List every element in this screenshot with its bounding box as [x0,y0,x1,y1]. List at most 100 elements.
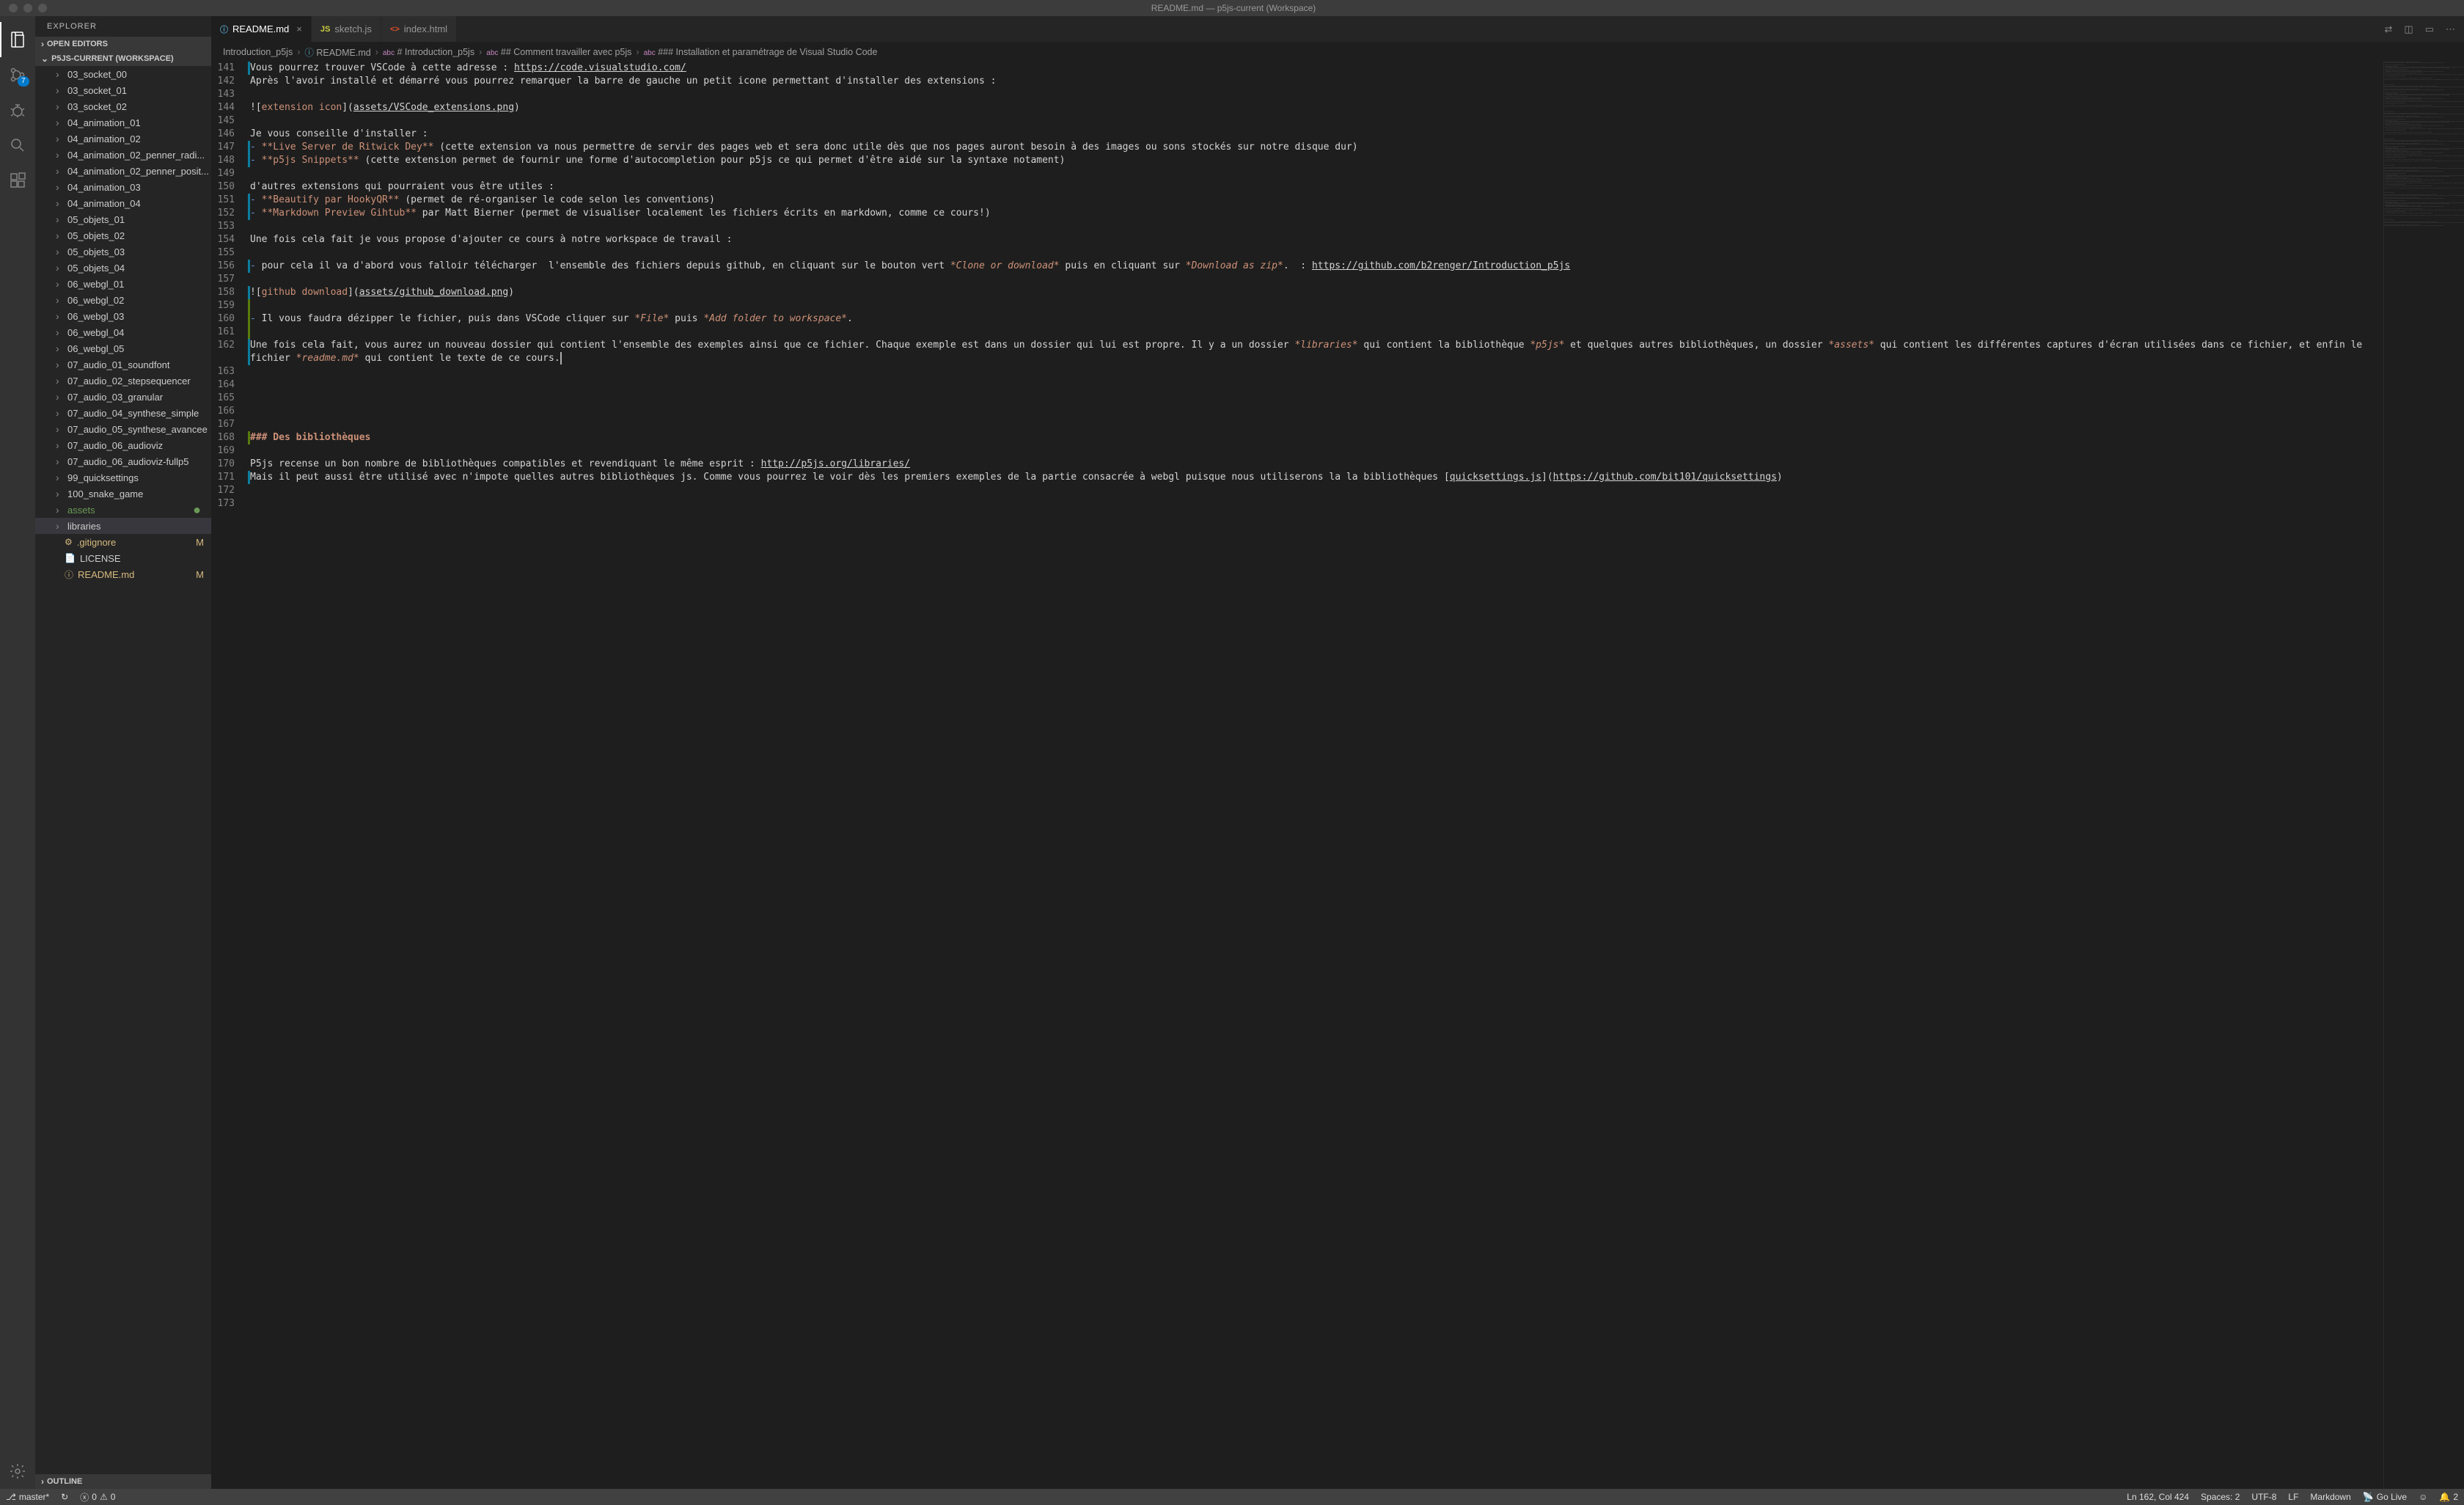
encoding-status[interactable]: UTF-8 [2245,1489,2282,1505]
code-line[interactable]: 163 [211,365,2383,378]
notifications-status[interactable]: 🔔 2 [2433,1489,2464,1505]
code-content[interactable] [250,378,2383,392]
folder-item[interactable]: ›99_quicksettings [35,469,211,486]
breadcrumb-item[interactable]: Introduction_p5js [223,47,293,57]
open-preview-icon[interactable]: ▭ [2425,23,2434,35]
code-content[interactable] [250,246,2383,260]
code-line[interactable]: 162Une fois cela fait, vous aurez un nou… [211,339,2383,365]
folder-item[interactable]: ›03_socket_01 [35,82,211,98]
problems-status[interactable]: ⓧ0 ⚠0 [74,1489,121,1505]
folder-item[interactable]: ›libraries [35,518,211,534]
code-content[interactable] [250,273,2383,286]
code-content[interactable] [250,444,2383,458]
folder-item[interactable]: ›06_webgl_01 [35,276,211,292]
language-status[interactable]: Markdown [2304,1489,2356,1505]
code-line[interactable]: 143 [211,88,2383,101]
cursor-position-status[interactable]: Ln 162, Col 424 [2121,1489,2195,1505]
code-content[interactable] [250,220,2383,233]
code-content[interactable]: - pour cela il va d'abord vous falloir t… [250,260,2383,273]
folder-item[interactable]: ›04_animation_02 [35,131,211,147]
folder-item[interactable]: ›07_audio_03_granular [35,389,211,405]
split-editor-icon[interactable]: ◫ [2404,23,2413,35]
code-editor[interactable]: 141Vous pourrez trouver VSCode à cette a… [211,62,2383,1489]
code-content[interactable] [250,326,2383,339]
eol-status[interactable]: LF [2282,1489,2304,1505]
code-content[interactable]: ### Des bibliothèques [250,431,2383,444]
code-line[interactable]: 141Vous pourrez trouver VSCode à cette a… [211,62,2383,75]
code-line[interactable]: 160- Il vous faudra dézipper le fichier,… [211,312,2383,326]
code-content[interactable] [250,365,2383,378]
code-line[interactable]: 167 [211,418,2383,431]
code-line[interactable]: 146Je vous conseille d'installer : [211,128,2383,141]
code-line[interactable]: 164 [211,378,2383,392]
code-line[interactable]: 165 [211,392,2383,405]
folder-item[interactable]: ›07_audio_06_audioviz-fullp5 [35,453,211,469]
more-actions-icon[interactable]: ⋯ [2446,23,2455,35]
outline-section[interactable]: › OUTLINE [35,1474,211,1489]
folder-item[interactable]: ›07_audio_01_soundfont [35,356,211,373]
code-line[interactable]: 159 [211,299,2383,312]
folder-item[interactable]: ›05_objets_01 [35,211,211,227]
search-icon[interactable] [0,128,35,163]
code-line[interactable]: 170P5js recense un bon nombre de bibliot… [211,458,2383,471]
code-line[interactable]: 161 [211,326,2383,339]
folder-item[interactable]: ›06_webgl_02 [35,292,211,308]
zoom-window-button[interactable] [38,4,47,12]
code-line[interactable]: 154Une fois cela fait je vous propose d'… [211,233,2383,246]
code-line[interactable]: 151- **Beautify par HookyQR** (permet de… [211,194,2383,207]
code-content[interactable]: ![github download](assets/github_downloa… [250,286,2383,299]
code-line[interactable]: 149 [211,167,2383,180]
code-line[interactable]: 145 [211,114,2383,128]
code-line[interactable]: 152- **Markdown Preview Gihtub** par Mat… [211,207,2383,220]
code-line[interactable]: 157 [211,273,2383,286]
code-line[interactable]: 156- pour cela il va d'abord vous falloi… [211,260,2383,273]
folder-item[interactable]: ›07_audio_05_synthese_avancee [35,421,211,437]
folder-item[interactable]: ›04_animation_01 [35,114,211,131]
folder-item[interactable]: ›04_animation_03 [35,179,211,195]
code-line[interactable]: 155 [211,246,2383,260]
file-item[interactable]: 📄LICENSE [35,550,211,566]
folder-item[interactable]: ›05_objets_03 [35,243,211,260]
git-branch-status[interactable]: ⎇ master* [0,1489,55,1505]
breadcrumb-item[interactable]: abc ## Comment travailler avec p5js [486,47,631,57]
file-item[interactable]: ⚙.gitignoreM [35,534,211,550]
editor-tab[interactable]: ⓘREADME.md× [211,16,312,42]
code-line[interactable]: 147- **Live Server de Ritwick Dey** (cet… [211,141,2383,154]
code-content[interactable] [250,484,2383,497]
code-line[interactable]: 153 [211,220,2383,233]
compare-icon[interactable]: ⇄ [2385,23,2393,35]
code-content[interactable]: - Il vous faudra dézipper le fichier, pu… [250,312,2383,326]
code-content[interactable]: Vous pourrez trouver VSCode à cette adre… [250,62,2383,75]
code-line[interactable]: 142Après l'avoir installé et démarré vou… [211,75,2383,88]
code-content[interactable]: - **Beautify par HookyQR** (permet de ré… [250,194,2383,207]
extensions-icon[interactable] [0,163,35,198]
folder-item[interactable]: ›07_audio_02_stepsequencer [35,373,211,389]
open-editors-section[interactable]: › OPEN EDITORS [35,37,211,51]
folder-item[interactable]: ›06_webgl_05 [35,340,211,356]
close-tab-icon[interactable]: × [296,23,302,34]
code-line[interactable]: 166 [211,405,2383,418]
folder-item[interactable]: ›06_webgl_03 [35,308,211,324]
code-content[interactable] [250,497,2383,510]
folder-item[interactable]: ›03_socket_00 [35,66,211,82]
code-content[interactable] [250,167,2383,180]
code-line[interactable]: 150d'autres extensions qui pourraient vo… [211,180,2383,194]
go-live-status[interactable]: 📡 Go Live [2357,1489,2413,1505]
code-content[interactable] [250,114,2383,128]
folder-item[interactable]: ›04_animation_02_penner_radi... [35,147,211,163]
code-content[interactable]: - **Markdown Preview Gihtub** par Matt B… [250,207,2383,220]
breadcrumbs[interactable]: Introduction_p5js›ⓘ README.md›abc # Intr… [211,42,2464,62]
folder-item[interactable]: ›06_webgl_04 [35,324,211,340]
breadcrumb-item[interactable]: abc ### Installation et paramétrage de V… [644,47,878,57]
scm-icon[interactable]: 7 [0,57,35,92]
code-content[interactable]: Je vous conseille d'installer : [250,128,2383,141]
code-content[interactable]: Une fois cela fait je vous propose d'ajo… [250,233,2383,246]
file-tree[interactable]: ›03_socket_00›03_socket_01›03_socket_02›… [35,66,211,1474]
feedback-status[interactable]: ☺ [2413,1489,2433,1505]
folder-item[interactable]: ›04_animation_04 [35,195,211,211]
workspace-section[interactable]: ⌄ P5JS-CURRENT (WORKSPACE) [35,51,211,66]
indentation-status[interactable]: Spaces: 2 [2195,1489,2245,1505]
code-content[interactable] [250,392,2383,405]
code-content[interactable] [250,418,2383,431]
code-line[interactable]: 158![github download](assets/github_down… [211,286,2383,299]
